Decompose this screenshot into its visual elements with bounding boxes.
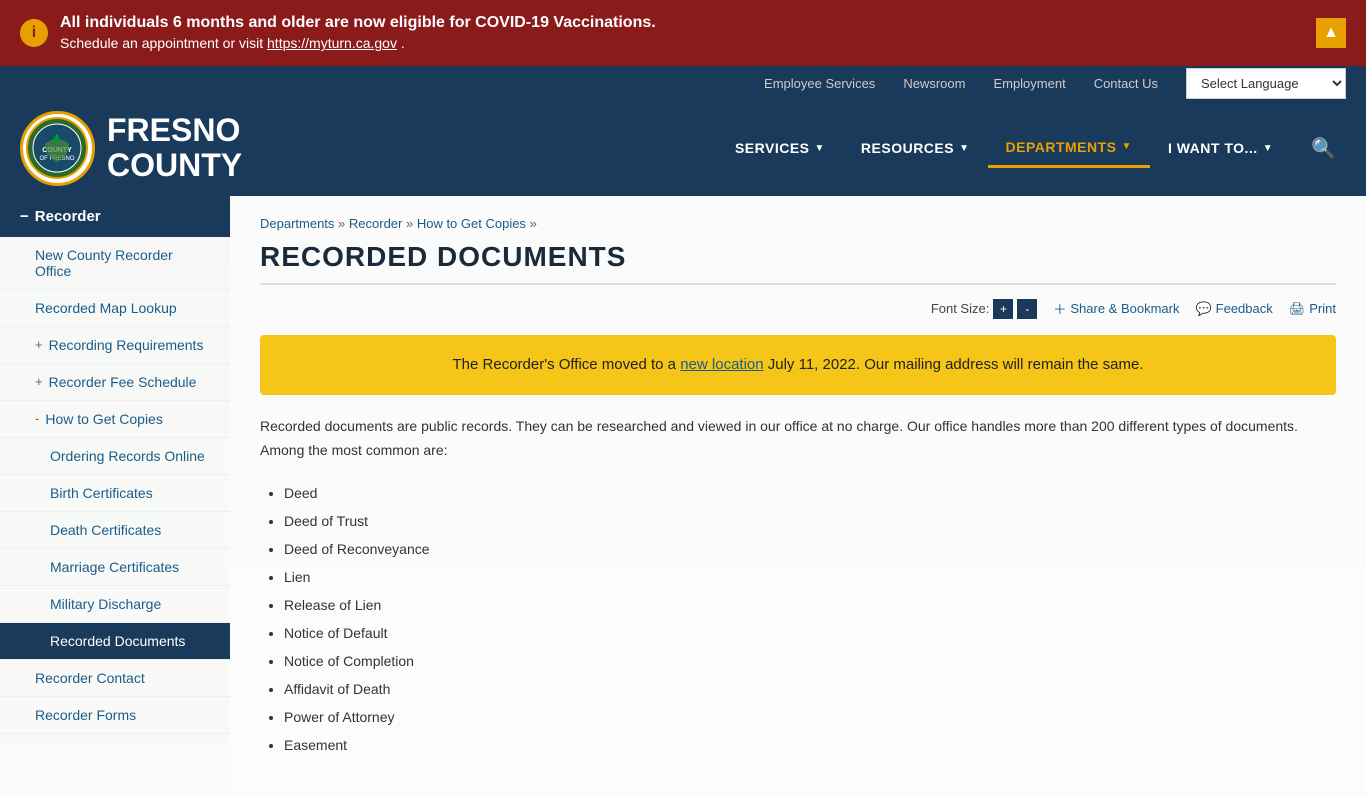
breadcrumb-how-to-get-copies[interactable]: How to Get Copies xyxy=(417,216,526,231)
breadcrumb: Departments » Recorder » How to Get Copi… xyxy=(260,216,1336,231)
list-item: Release of Lien xyxy=(284,591,1336,619)
print-icon: 🖨 xyxy=(1289,301,1306,317)
feedback-label: Feedback xyxy=(1216,301,1273,316)
font-increase-button[interactable]: + xyxy=(993,299,1013,319)
utility-bar: Employee Services Newsroom Employment Co… xyxy=(0,66,1366,101)
list-item: Lien xyxy=(284,563,1336,591)
breadcrumb-sep3: » xyxy=(530,216,537,231)
body-text: Recorded documents are public records. T… xyxy=(260,415,1336,463)
sidebar-item-recorder-contact[interactable]: Recorder Contact xyxy=(0,660,230,697)
recording-req-label: Recording Requirements xyxy=(49,337,204,353)
site-header: COUNTY OF FRESNO 🌲 FRESNO COUNTY SERVICE… xyxy=(0,101,1366,196)
breadcrumb-departments[interactable]: Departments xyxy=(260,216,334,231)
feedback-icon: 💬 xyxy=(1195,301,1211,317)
list-item: Notice of Default xyxy=(284,619,1336,647)
sidebar-item-new-county-recorder[interactable]: New County Recorder Office xyxy=(0,237,230,290)
alert-text: All individuals 6 months and older are n… xyxy=(60,12,656,54)
alert-subtext: Schedule an appointment or visit xyxy=(60,35,267,51)
list-item: Deed of Trust xyxy=(284,507,1336,535)
sidebar-item-marriage-certificates[interactable]: Marriage Certificates xyxy=(0,549,230,586)
alert-headline: All individuals 6 months and older are n… xyxy=(60,14,656,31)
page-wrapper: − Recorder New County Recorder Office Re… xyxy=(0,196,1366,796)
sidebar-item-how-to-get-copies[interactable]: - How to Get Copies xyxy=(0,401,230,438)
sidebar-item-military-discharge[interactable]: Military Discharge xyxy=(0,586,230,623)
language-select[interactable]: Select LanguageSpanishHmongPunjabiArabic xyxy=(1186,68,1346,99)
sidebar-header-label: Recorder xyxy=(35,208,101,225)
sidebar-header-recorder[interactable]: − Recorder xyxy=(0,196,230,237)
share-bookmark-link[interactable]: ＋ Share & Bookmark xyxy=(1053,299,1179,318)
services-arrow: ▼ xyxy=(815,143,825,154)
list-item: Affidavit of Death xyxy=(284,675,1336,703)
list-item: Easement xyxy=(284,731,1336,759)
county-seal: COUNTY OF FRESNO 🌲 xyxy=(20,111,95,186)
sidebar-item-recorder-forms[interactable]: Recorder Forms xyxy=(0,697,230,734)
departments-arrow: ▼ xyxy=(1122,141,1132,152)
share-icon: ＋ xyxy=(1053,299,1066,318)
font-size-control: Font Size: + - xyxy=(931,299,1038,319)
alert-scroll-button[interactable]: ▲ xyxy=(1316,18,1346,48)
resources-arrow: ▼ xyxy=(959,143,969,154)
sidebar-item-recorded-map-lookup[interactable]: Recorded Map Lookup xyxy=(0,290,230,327)
feedback-link[interactable]: 💬 Feedback xyxy=(1195,301,1272,317)
fee-schedule-toggle: + xyxy=(35,374,43,389)
svg-text:🌲: 🌲 xyxy=(51,133,62,144)
how-to-get-copies-toggle: - xyxy=(35,411,39,426)
new-location-link[interactable]: new location xyxy=(680,356,763,373)
alert-banner: i All individuals 6 months and older are… xyxy=(0,0,1366,66)
nav-departments[interactable]: DEPARTMENTS ▼ xyxy=(988,129,1150,168)
search-button[interactable]: 🔍 xyxy=(1301,126,1346,171)
nav-resources[interactable]: RESOURCES ▼ xyxy=(843,130,988,166)
main-content: Departments » Recorder » How to Get Copi… xyxy=(230,196,1366,796)
sidebar-item-ordering-records[interactable]: Ordering Records Online xyxy=(0,438,230,475)
county-name: FRESNO COUNTY xyxy=(107,113,242,183)
breadcrumb-sep1: » xyxy=(338,216,349,231)
nav-services[interactable]: SERVICES ▼ xyxy=(717,130,843,166)
fee-schedule-label: Recorder Fee Schedule xyxy=(49,374,197,390)
sidebar: − Recorder New County Recorder Office Re… xyxy=(0,196,230,796)
i-want-to-arrow: ▼ xyxy=(1263,143,1273,154)
alert-link[interactable]: https://myturn.ca.gov xyxy=(267,35,397,51)
list-item: Deed xyxy=(284,479,1336,507)
list-item: Notice of Completion xyxy=(284,647,1336,675)
employee-services-link[interactable]: Employee Services xyxy=(750,66,889,101)
alert-icon: i xyxy=(20,19,48,47)
list-item: Deed of Reconveyance xyxy=(284,535,1336,563)
share-bookmark-label: Share & Bookmark xyxy=(1070,301,1179,316)
sidebar-item-death-certificates[interactable]: Death Certificates xyxy=(0,512,230,549)
list-item: Power of Attorney xyxy=(284,703,1336,731)
sidebar-collapse-icon: − xyxy=(20,208,29,225)
nav-i-want-to[interactable]: I WANT TO... ▼ xyxy=(1150,130,1291,166)
font-decrease-button[interactable]: - xyxy=(1017,299,1037,319)
newsroom-link[interactable]: Newsroom xyxy=(889,66,979,101)
employment-link[interactable]: Employment xyxy=(979,66,1079,101)
sidebar-item-recording-requirements[interactable]: + Recording Requirements xyxy=(0,327,230,364)
document-list: Deed Deed of Trust Deed of Reconveyance … xyxy=(284,479,1336,759)
how-to-get-copies-label: How to Get Copies xyxy=(45,411,163,427)
print-label: Print xyxy=(1309,301,1336,316)
content-toolbar: Font Size: + - ＋ Share & Bookmark 💬 Feed… xyxy=(260,299,1336,319)
font-size-label: Font Size: xyxy=(931,301,990,316)
sidebar-item-recorder-fee-schedule[interactable]: + Recorder Fee Schedule xyxy=(0,364,230,401)
main-navigation: SERVICES ▼ RESOURCES ▼ DEPARTMENTS ▼ I W… xyxy=(717,126,1346,171)
print-link[interactable]: 🖨 Print xyxy=(1289,301,1336,317)
recording-req-toggle: + xyxy=(35,337,43,352)
logo-link[interactable]: COUNTY OF FRESNO 🌲 FRESNO COUNTY xyxy=(20,111,242,186)
breadcrumb-recorder[interactable]: Recorder xyxy=(349,216,402,231)
sidebar-item-recorded-documents[interactable]: Recorded Documents xyxy=(0,623,230,660)
contact-us-link[interactable]: Contact Us xyxy=(1080,66,1172,101)
breadcrumb-sep2: » xyxy=(406,216,417,231)
page-title: RECORDED DOCUMENTS xyxy=(260,241,1336,285)
sidebar-item-birth-certificates[interactable]: Birth Certificates xyxy=(0,475,230,512)
notice-box: The Recorder's Office moved to a new loc… xyxy=(260,335,1336,395)
